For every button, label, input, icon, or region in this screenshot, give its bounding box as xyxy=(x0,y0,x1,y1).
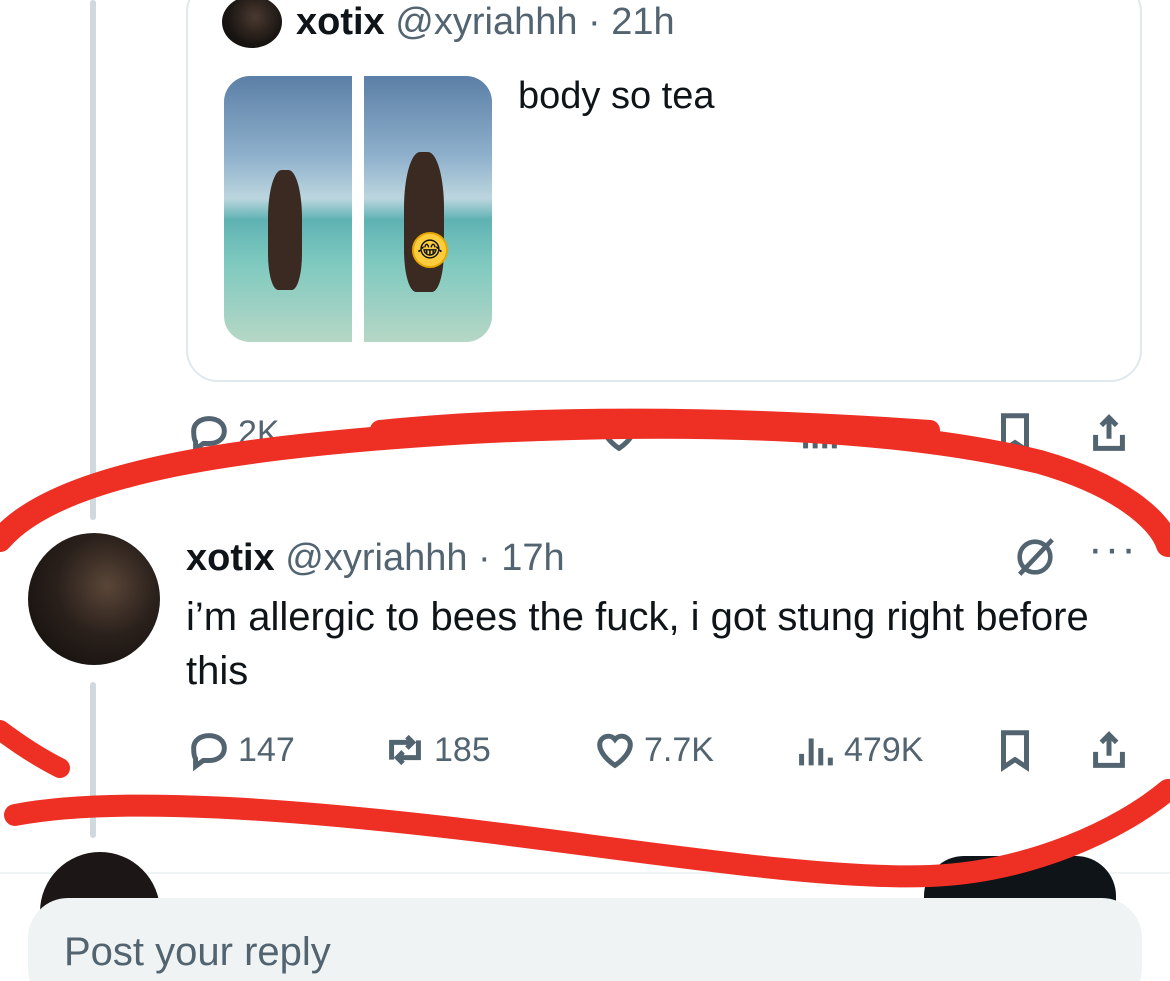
like-count: 7.7K xyxy=(644,730,714,769)
figure-silhouette xyxy=(268,170,302,290)
media-image-2[interactable] xyxy=(364,76,492,342)
bookmark-icon xyxy=(1001,730,1029,772)
repost-action[interactable]: 185 xyxy=(382,727,491,773)
bookmark-action[interactable] xyxy=(992,410,1038,456)
quoted-tweet-time[interactable]: · 21h xyxy=(588,1,675,43)
views-action[interactable]: 479K xyxy=(792,727,923,773)
views-action[interactable] xyxy=(796,410,842,456)
share-icon xyxy=(1093,414,1125,451)
quoted-author-name[interactable]: xotix xyxy=(296,1,385,43)
reply-composer[interactable] xyxy=(28,898,1142,981)
bookmark-icon xyxy=(1001,413,1029,455)
tweet-actions: 147 185 7.7K 479K xyxy=(186,727,1136,777)
views-icon xyxy=(799,738,833,766)
reply-count: 147 xyxy=(238,730,295,769)
thread-line-bottom xyxy=(90,682,96,838)
reply-icon xyxy=(191,416,227,455)
reply-count: 2K xyxy=(238,413,280,452)
repost-icon xyxy=(389,417,421,449)
reply-action[interactable]: 2K xyxy=(186,410,280,456)
like-icon xyxy=(597,733,633,769)
share-action[interactable] xyxy=(1086,727,1132,773)
reply-input[interactable] xyxy=(64,922,1064,981)
author-avatar[interactable] xyxy=(28,533,160,665)
tweet-text: i’m allergic to bees the fuck, i got stu… xyxy=(186,595,1089,693)
reply-icon xyxy=(191,733,227,772)
author-name[interactable]: xotix xyxy=(186,537,275,579)
like-action[interactable] xyxy=(596,410,642,456)
quoted-tweet-header: xotix @xyriahhh · 21h xyxy=(296,0,675,44)
share-icon xyxy=(1093,731,1125,768)
figure-silhouette xyxy=(404,152,444,292)
like-icon xyxy=(601,416,637,452)
repost-icon xyxy=(389,734,421,766)
bookmark-action[interactable] xyxy=(992,727,1038,773)
quoted-author-handle[interactable]: @xyriahhh xyxy=(395,1,577,43)
more-icon[interactable]: ··· xyxy=(1088,527,1144,574)
views-count: 479K xyxy=(844,730,924,769)
quoted-tweet-text: body so tea xyxy=(518,75,715,117)
media-image-1[interactable] xyxy=(224,76,352,342)
author-handle[interactable]: @xyriahhh xyxy=(285,537,467,579)
repost-count: 185 xyxy=(434,730,491,769)
repost-action[interactable] xyxy=(382,410,428,456)
quoted-tweet-actions: 2K xyxy=(186,410,1136,460)
grok-icon[interactable] xyxy=(1012,534,1058,580)
tweet-header: xotix @xyriahhh · 17h xyxy=(186,536,565,580)
share-action[interactable] xyxy=(1086,410,1132,456)
laughing-emoji-icon: 😂 xyxy=(412,232,448,268)
thread-line-top xyxy=(90,0,96,520)
tweet-time[interactable]: · 17h xyxy=(478,537,565,579)
reply-action[interactable]: 147 xyxy=(186,727,295,773)
like-action[interactable]: 7.7K xyxy=(592,727,714,773)
views-icon xyxy=(803,421,837,449)
